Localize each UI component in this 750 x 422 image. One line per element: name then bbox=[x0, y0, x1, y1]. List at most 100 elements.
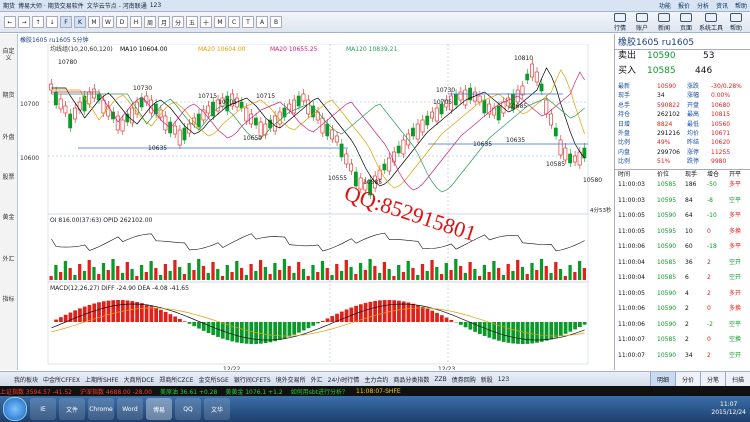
tab-zzb[interactable]: ZZB bbox=[434, 376, 446, 383]
ticker-item[interactable]: 如何用sbt进行分析？ bbox=[291, 387, 348, 396]
toolbar-button[interactable]: M bbox=[88, 16, 100, 28]
ma-label: MA10 10604.00 bbox=[120, 46, 168, 53]
candle bbox=[301, 93, 306, 102]
volume-bar bbox=[163, 264, 168, 280]
toolbar-button[interactable]: → bbox=[18, 16, 30, 28]
tab-new[interactable]: 新股 bbox=[481, 375, 493, 384]
volume-bar bbox=[239, 268, 244, 280]
toolbar-button[interactable]: D bbox=[116, 16, 128, 28]
tab-main-contract[interactable]: 主力合约 bbox=[364, 375, 388, 384]
window-titlebar: 期货 博易大师 · 期货交易软件 文华云节点 - 河南联通 123 功能 报价 … bbox=[0, 0, 750, 12]
tab-cfets[interactable]: 银行间CFETS bbox=[234, 375, 271, 384]
volume-bar bbox=[382, 262, 387, 280]
volume-bar bbox=[530, 263, 534, 280]
tab-24h[interactable]: 24小时行情 bbox=[328, 375, 360, 384]
toolbar-button[interactable]: T bbox=[242, 16, 254, 28]
tab-tick[interactable]: 分笔 bbox=[700, 372, 725, 386]
menu-analysis[interactable]: 分析 bbox=[697, 1, 709, 10]
sidebar-item-foreign[interactable]: 外盘 bbox=[1, 134, 16, 141]
taskbar-clock[interactable]: 11:07 2015/12/24 bbox=[711, 401, 746, 417]
chart-icon bbox=[614, 12, 626, 22]
volume-bar bbox=[192, 270, 196, 280]
taskbar-app-wenhua[interactable]: 文华 bbox=[204, 398, 230, 420]
volume-bar bbox=[225, 265, 229, 280]
candle bbox=[344, 153, 349, 165]
tick-row: 11:00:06 10590 2 -2 空平 bbox=[618, 320, 742, 328]
candle bbox=[206, 105, 211, 114]
toolbar-button[interactable]: ← bbox=[4, 16, 16, 28]
tab-price[interactable]: 分价 bbox=[675, 372, 700, 386]
sidebar-item-custom[interactable]: 自定义 bbox=[1, 48, 16, 62]
tab-dce[interactable]: 大商所DCE bbox=[124, 375, 155, 384]
tab-index[interactable]: 商品分类指数 bbox=[393, 375, 429, 384]
start-button[interactable] bbox=[3, 397, 27, 421]
toolbar-button[interactable]: 月 bbox=[158, 16, 170, 28]
sell-quote[interactable]: 卖出 10590 53 bbox=[615, 52, 750, 61]
tab-overseas[interactable]: 境外交易所 bbox=[276, 375, 306, 384]
menu-function[interactable]: 功能 bbox=[659, 1, 671, 10]
menu-news[interactable]: 资讯 bbox=[716, 1, 728, 10]
volume-bar bbox=[544, 266, 548, 280]
toolbar-button[interactable]: 周 bbox=[144, 16, 156, 28]
toolbar-button[interactable]: M bbox=[214, 16, 226, 28]
taskbar-app-chrome[interactable]: Chrome bbox=[88, 398, 114, 420]
volume-bar bbox=[297, 262, 301, 280]
tab-123[interactable]: 123 bbox=[498, 376, 509, 383]
menu-help-button[interactable]: 帮助 bbox=[726, 12, 746, 32]
toolbar-button[interactable]: C bbox=[228, 16, 240, 28]
tab-detail[interactable]: 明细 bbox=[650, 372, 675, 386]
taskbar-app-ie[interactable]: IE bbox=[30, 398, 56, 420]
tab-shfe[interactable]: 上期所SHFE bbox=[85, 375, 119, 384]
price-axis-label: 10700 bbox=[20, 101, 39, 108]
tick-row: 11:00:06 10590 60 -18 多平 bbox=[618, 243, 742, 250]
taskbar-app-word[interactable]: Word bbox=[117, 398, 143, 420]
menu-account-button[interactable]: 账户 bbox=[632, 12, 652, 32]
toolbar-button[interactable]: 五 bbox=[186, 16, 198, 28]
tab-cffex[interactable]: 中金所CFFEX bbox=[43, 375, 80, 384]
tab-forex[interactable]: 外汇 bbox=[311, 375, 323, 384]
toolbar-button[interactable]: F bbox=[60, 16, 72, 28]
candle bbox=[420, 119, 425, 133]
menu-page-button[interactable]: 页面 bbox=[676, 12, 696, 32]
volume-bar bbox=[273, 263, 277, 280]
quote-stat-row: 比例 49% 昨结 10620 bbox=[618, 139, 731, 147]
toolbar-button[interactable]: K bbox=[74, 16, 86, 28]
volume-bar bbox=[130, 269, 134, 280]
candlestick-chart[interactable]: OI 816.00(37:63) OPID 262102.00 MACD(12,… bbox=[18, 44, 613, 370]
volume-bar bbox=[373, 266, 377, 280]
toolbar-button[interactable]: H bbox=[130, 16, 142, 28]
sidebar-item-stock[interactable]: 股票 bbox=[1, 174, 16, 181]
tab-scan[interactable]: 扫描 bbox=[725, 372, 750, 386]
volume-bar bbox=[144, 272, 148, 280]
toolbar-button[interactable]: B bbox=[270, 16, 282, 28]
tab-sge[interactable]: 金交所SGE bbox=[198, 375, 228, 384]
menu-quote[interactable]: 报价 bbox=[678, 1, 690, 10]
toolbar-button[interactable]: 分 bbox=[172, 16, 184, 28]
sidebar-item-futures[interactable]: 期货 bbox=[1, 92, 16, 99]
taskbar-app-explorer[interactable]: 文件 bbox=[59, 398, 85, 420]
menu-news-button[interactable]: 新闻 bbox=[654, 12, 674, 32]
menu-tools-button[interactable]: 系统工具 bbox=[698, 12, 724, 32]
tick-row: 11:00:07 10585 2 0 空换 bbox=[618, 336, 742, 343]
candle bbox=[568, 153, 573, 164]
menu-quotes-button[interactable]: 行情 bbox=[610, 12, 630, 32]
buy-quote[interactable]: 买入 10585 446 bbox=[615, 67, 750, 76]
toolbar-button[interactable]: ↓ bbox=[46, 16, 58, 28]
sidebar-item-indicator[interactable]: 指标 bbox=[1, 296, 16, 303]
sidebar-item-gold[interactable]: 黄金 bbox=[1, 214, 16, 221]
tab-czce[interactable]: 郑商所CZCE bbox=[159, 375, 193, 384]
toolbar-button[interactable]: ↑ bbox=[32, 16, 44, 28]
toolbar-button[interactable]: W bbox=[102, 16, 114, 28]
tab-bond[interactable]: 债券回购 bbox=[452, 375, 476, 384]
tab-my-board[interactable]: 我的板块 bbox=[14, 375, 38, 384]
taskbar-app-qq[interactable]: QQ bbox=[175, 398, 201, 420]
menu-help[interactable]: 帮助 bbox=[735, 1, 747, 10]
toolbar-button[interactable]: A bbox=[256, 16, 268, 28]
tools-icon bbox=[705, 12, 717, 22]
toolbar-button[interactable]: 十 bbox=[200, 16, 212, 28]
sidebar-item-forex[interactable]: 外汇 bbox=[1, 256, 16, 263]
candle bbox=[253, 117, 258, 126]
page-icon bbox=[680, 12, 692, 22]
taskbar-app-boyi[interactable]: 博易 bbox=[146, 398, 172, 420]
volume-bar bbox=[401, 272, 406, 280]
